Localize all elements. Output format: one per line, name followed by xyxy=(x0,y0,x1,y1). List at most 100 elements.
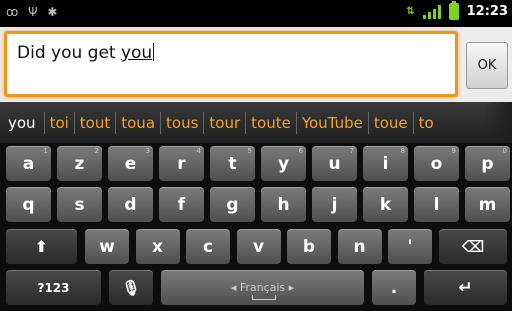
letter-key[interactable]: r4 xyxy=(159,146,204,181)
letter-key[interactable]: o9 xyxy=(414,146,459,181)
key-hint: 9 xyxy=(451,147,456,155)
letter-key[interactable]: w xyxy=(85,229,129,264)
key-label: i xyxy=(382,153,389,174)
key-hint: 2 xyxy=(94,147,99,155)
key-label: a xyxy=(22,153,35,174)
key-label: v xyxy=(252,236,265,257)
letter-key[interactable]: q xyxy=(6,187,51,222)
key-label: r xyxy=(177,153,186,174)
letter-key[interactable]: h xyxy=(261,187,306,222)
text-entry-bar: Did you get you OK xyxy=(0,27,512,102)
keyboard: a1z2e3r4t5y6u7i8o9p0 qsdfghjklm ⬆ ⌫ wxcv… xyxy=(0,143,512,311)
letter-key[interactable]: d xyxy=(108,187,153,222)
android-debug-icon: ✱ xyxy=(47,5,61,19)
composing-text: you xyxy=(120,43,153,63)
letter-key[interactable]: j xyxy=(312,187,357,222)
key-label: w xyxy=(99,236,115,257)
suggestion-item[interactable]: tout xyxy=(75,102,115,143)
key-hint: 7 xyxy=(349,147,354,155)
key-label: n xyxy=(353,236,366,257)
space-key[interactable]: ◂ Français ▸ xyxy=(161,270,364,305)
key-label: z xyxy=(74,153,85,174)
battery-icon xyxy=(448,1,459,20)
suggestion-item[interactable]: tous xyxy=(161,102,203,143)
letter-key[interactable]: v xyxy=(236,229,281,264)
letter-key[interactable]: m xyxy=(465,187,510,222)
backspace-icon: ⌫ xyxy=(461,237,485,256)
microphone-icon: 🎙 xyxy=(121,278,141,297)
key-label: m xyxy=(478,194,497,215)
key-label: l xyxy=(433,194,440,215)
letter-key[interactable]: l xyxy=(414,187,459,222)
key-hint: 5 xyxy=(247,147,252,155)
suggestion-item[interactable]: tour xyxy=(204,102,245,143)
letter-key[interactable]: g xyxy=(210,187,255,222)
suggestion-item[interactable]: toue xyxy=(369,102,413,143)
key-label: j xyxy=(331,194,338,215)
voicemail-icon: ꝏ xyxy=(6,5,22,19)
key-label: b xyxy=(302,236,316,257)
key-label: q xyxy=(22,194,35,215)
key-label: p xyxy=(481,153,494,174)
suggestion-strip: you toi tout toua tous tour toute YouTube toue to xyxy=(0,102,512,143)
key-hint: 4 xyxy=(196,147,201,155)
key-label: u xyxy=(328,153,341,174)
symbols-key[interactable]: ?123 xyxy=(6,270,101,305)
key-label: y xyxy=(277,153,290,174)
letter-key[interactable]: f xyxy=(159,187,204,222)
letter-key[interactable]: b xyxy=(287,229,331,264)
ok-button[interactable]: OK xyxy=(466,42,508,89)
status-icons-left: ꝏ Ψ ✱ xyxy=(6,5,60,19)
usb-icon: Ψ xyxy=(28,5,41,19)
key-label: o xyxy=(430,153,443,174)
key-hint: 8 xyxy=(400,147,405,155)
letter-key[interactable]: y6 xyxy=(261,146,306,181)
letter-key[interactable]: i8 xyxy=(363,146,408,181)
key-label: c xyxy=(202,236,214,257)
letter-key[interactable]: u7 xyxy=(312,146,357,181)
letter-key[interactable]: k xyxy=(363,187,408,222)
key-label: h xyxy=(277,194,290,215)
suggestion-item[interactable]: toute xyxy=(246,102,296,143)
language-label: ◂ Français ▸ xyxy=(230,281,295,294)
key-hint: 3 xyxy=(145,147,150,155)
suggestion-item[interactable]: YouTube xyxy=(297,102,368,143)
text-input[interactable]: Did you get you xyxy=(4,31,458,97)
key-label: e xyxy=(124,153,137,174)
enter-icon: ↵ xyxy=(458,277,473,298)
key-hint: 0 xyxy=(502,147,507,155)
letter-key[interactable]: e3 xyxy=(108,146,153,181)
voice-input-key[interactable]: 🎙 xyxy=(109,270,153,305)
signal-icon xyxy=(422,4,441,19)
shift-key[interactable]: ⬆ xyxy=(6,229,77,264)
period-key[interactable]: . xyxy=(372,270,416,305)
typed-text: Did you get xyxy=(17,43,121,63)
status-bar: ꝏ Ψ ✱ ⇅ 12:23 xyxy=(0,0,512,27)
key-label: ' xyxy=(407,236,413,257)
enter-key[interactable]: ↵ xyxy=(424,270,507,305)
backspace-key[interactable]: ⌫ xyxy=(439,229,507,264)
data-transfer-icon: ⇅ xyxy=(406,6,415,17)
key-label: x xyxy=(152,236,163,257)
letter-key[interactable]: a1 xyxy=(6,146,51,181)
suggestion-item[interactable]: toi xyxy=(45,102,74,143)
suggestion-item[interactable]: to xyxy=(414,102,439,143)
space-bar-icon xyxy=(251,295,276,300)
suggestion-fade xyxy=(484,102,512,143)
letter-key[interactable]: ' xyxy=(388,229,432,264)
status-time: 12:23 xyxy=(466,4,508,19)
letter-key[interactable]: z2 xyxy=(57,146,102,181)
key-label: t xyxy=(228,153,237,174)
letter-key[interactable]: t5 xyxy=(210,146,255,181)
suggestion-item[interactable]: you xyxy=(0,102,44,143)
letter-key[interactable]: x xyxy=(135,229,180,264)
letter-key[interactable]: p0 xyxy=(465,146,510,181)
key-label: d xyxy=(124,194,137,215)
key-label: k xyxy=(379,194,392,215)
key-label: g xyxy=(226,194,239,215)
letter-key[interactable]: n xyxy=(337,229,382,264)
text-cursor xyxy=(153,43,155,61)
letter-key[interactable]: s xyxy=(57,187,102,222)
suggestion-item[interactable]: toua xyxy=(116,102,160,143)
letter-key[interactable]: c xyxy=(186,229,230,264)
